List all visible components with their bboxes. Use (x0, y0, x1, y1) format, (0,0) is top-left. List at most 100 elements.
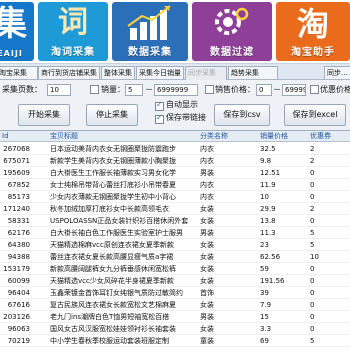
bar-chart-icon (127, 5, 171, 40)
table-row[interactable]: 96063 国风女古风汉服宽松娃娃领衬衫长袖套装 女装 3.3 0 (0, 323, 350, 335)
header-sales-price[interactable]: 销量价格 (260, 131, 308, 142)
cell-category: 女装 (200, 277, 214, 285)
price-label: 销售价格： (215, 85, 255, 94)
table-row[interactable]: 675071 新款学生美背内衣女无钢圈薄款小胸聚拢 内衣 9.8 2 (0, 155, 350, 167)
price-min-input[interactable]: 0 (256, 84, 272, 96)
cell-title: 国风女古风汉服宽松娃娃领衬衫长袖套装 (50, 325, 176, 333)
header-category[interactable]: 分类名称 (200, 131, 258, 142)
cell-coupon: 0 (310, 181, 315, 189)
cell-category: 女装 (200, 217, 214, 225)
table-row[interactable]: 203126 老九门ins潮牌白色T恤男短袖宽松百搭 男装 15 0 (0, 311, 350, 323)
table-row[interactable]: 62176 白大褂长袖白色工作服医生实验室护士服男 男装 11.3 5 (0, 227, 350, 239)
cell-id: 67616 (7, 301, 30, 309)
cell-sales-price: 12.51 (260, 169, 281, 177)
start-collect-button[interactable]: 开始采集 (18, 104, 70, 126)
cell-sales-price: 32.5 (260, 145, 276, 153)
banner-tile-caiji[interactable]: 集 EAIJI (0, 2, 34, 61)
cell-coupon: 2 (310, 145, 315, 153)
sales-checkbox[interactable] (90, 85, 99, 94)
tab-store-collect[interactable]: 商行到货店铺采集 (38, 66, 100, 79)
cell-coupon: 0 (310, 289, 315, 297)
banner-tile-keyword[interactable]: 词 淘词采集 (38, 2, 108, 61)
cell-coupon: 10 (310, 253, 319, 261)
cell-id: 62176 (7, 229, 30, 237)
cell-title: 新款高腰阔腿裤女九分裤垂感休闲宽松裤 (50, 265, 176, 273)
cell-id: 96404 (7, 289, 30, 297)
cell-category: 内衣 (200, 193, 214, 201)
tile-data-collect-label: 数据采集 (128, 47, 172, 58)
header-title[interactable]: 宝贝标题 (50, 131, 196, 142)
tab-sync-right[interactable]: 同步… (324, 66, 350, 79)
stop-collect-button[interactable]: 停止采集 (86, 104, 138, 126)
tile-data-filter-label: 数据过滤 (210, 47, 254, 58)
cell-sales-price: 9.8 (260, 157, 272, 165)
sales-sep: － (145, 85, 153, 94)
table-row[interactable]: 96404 玉鑫荣镀金首饰耳钉女纯银气质防过敏简约 首饰 39 0 (0, 287, 350, 299)
tab-taobao-collect[interactable]: 淘宝采集 (0, 66, 38, 79)
table-row[interactable]: 171240 秋冬加绒加厚打底衫女中长款高领毛衣 女装 29.9 2 (0, 203, 350, 215)
cell-category: 内衣 (200, 145, 214, 153)
cell-coupon: 0 (310, 277, 315, 285)
table-row[interactable]: 153179 新款高腰阔腿裤女九分裤垂感休闲宽松裤 女装 59 0 (0, 263, 350, 275)
cell-title: USPOLOASSN正品女装针织衫百搭休闲外套 (50, 217, 189, 225)
cell-sales-price: 39 (260, 289, 269, 297)
sales-label: 销量： (101, 85, 125, 94)
keep-link-label: 保存带链接 (166, 113, 206, 122)
tab-today-sales[interactable]: 采集今日销量 (136, 66, 184, 79)
auto-show-checkbox[interactable] (155, 100, 164, 111)
table-row[interactable]: 67852 女士纯棉吊带背心蕾丝打底衫小吊带春夏 内衣 11.9 0 (0, 179, 350, 191)
cell-title: 新款学生美背内衣女无钢圈薄款小胸聚拢 (50, 157, 176, 165)
banner-tile-taobao-helper[interactable]: 淘 淘宝助手 (276, 2, 350, 61)
table-row[interactable]: 58331 USPOLOASSN正品女装针织衫百搭休闲外套 女装 13.8 0 (0, 215, 350, 227)
cell-coupon: 2 (310, 205, 315, 213)
price-max-input[interactable]: 6999999 (282, 84, 306, 96)
cell-coupon: 5 (310, 229, 315, 237)
cell-id: 70219 (7, 337, 30, 345)
banner-tile-data-collect[interactable]: 数据采集 (112, 2, 188, 61)
table-row[interactable]: 267068 日本运动美背内衣女无钢圈聚拢防震跑步 内衣 32.5 2 (0, 143, 350, 155)
header-coupon[interactable]: 优惠券 (310, 131, 350, 142)
cell-coupon: 0 (310, 193, 315, 201)
keep-link-checkbox[interactable] (155, 113, 164, 124)
sales-min-input[interactable]: 5 (125, 84, 143, 96)
cell-category: 女装 (200, 253, 214, 261)
tab-whole-collect[interactable]: 整体采集 (101, 66, 135, 79)
priority-checkbox[interactable] (310, 85, 319, 94)
gear-filter-icon (215, 7, 249, 35)
cell-sales-price: 191.56 (260, 277, 285, 285)
price-checkbox[interactable] (205, 85, 214, 94)
table-row[interactable]: 70219 中小学生春秋季校服运动套装班服定制 童装 69 5 (0, 335, 350, 347)
cell-category: 男装 (200, 169, 214, 177)
table-row[interactable]: 64380 天猫精选棉麻vcc原创连衣裙女夏季新款 女装 23 5 (0, 239, 350, 251)
header-id[interactable]: Id (0, 131, 32, 142)
cell-id: 153179 (3, 265, 30, 273)
tile-keyword-label: 淘词采集 (51, 47, 95, 58)
cell-id: 67852 (7, 181, 30, 189)
cell-id: 203126 (3, 313, 30, 321)
cell-category: 内衣 (200, 157, 214, 165)
cell-title: 天猫精选vcc少女风碎花半身裙夏季新款 (50, 277, 174, 285)
table-row[interactable]: 67616 复古民族风连衣裙女长款宽松文艺棉麻夏 女装 7.9 0 (0, 299, 350, 311)
table-row[interactable]: 60099 天猫精选vcc少女风碎花半身裙夏季新款 女装 191.56 0 (0, 275, 350, 287)
banner: 集 EAIJI 词 淘词采集 数据采集 数据过滤 淘 淘宝助手 (0, 0, 350, 64)
table-row[interactable]: 94388 蕾丝连衣裙女夏长款高腰显瘦气质a字裙 女装 62.56 10 (0, 251, 350, 263)
cell-coupon: 5 (310, 241, 315, 249)
cell-sales-price: 11.9 (260, 181, 276, 189)
save-csv-button[interactable]: 保存到csv (214, 104, 270, 126)
table-row[interactable]: 195609 白大褂医生工作服长袖薄款实习男女化学 男装 12.51 0 (0, 167, 350, 179)
sales-max-input[interactable]: 6999999 (154, 84, 198, 96)
filter-row: 采集页数： 10 销量： 5 － 6999999 销售价格： 0 － 69999… (0, 82, 350, 98)
cell-title: 中小学生春秋季校服运动套装班服定制 (50, 337, 169, 345)
save-excel-button[interactable]: 保存到excel (284, 104, 346, 126)
cell-sales-price: 69 (260, 337, 269, 345)
cell-category: 女装 (200, 241, 214, 249)
pages-input[interactable]: 10 (47, 84, 71, 96)
cell-category: 女装 (200, 205, 214, 213)
cell-sales-price: 23 (260, 241, 269, 249)
cell-coupon: 0 (310, 325, 315, 333)
tab-trend-collect[interactable]: 趋势采集 (228, 66, 278, 79)
table-row[interactable]: 85173 少女内衣薄款无钢圈聚拢学生初中小背心 内衣 10 0 (0, 191, 350, 203)
tab-sync-collect[interactable]: 同步采集 (185, 66, 227, 80)
banner-tile-data-filter[interactable]: 数据过滤 (192, 2, 272, 61)
auto-show-label: 自动显示 (166, 100, 198, 109)
